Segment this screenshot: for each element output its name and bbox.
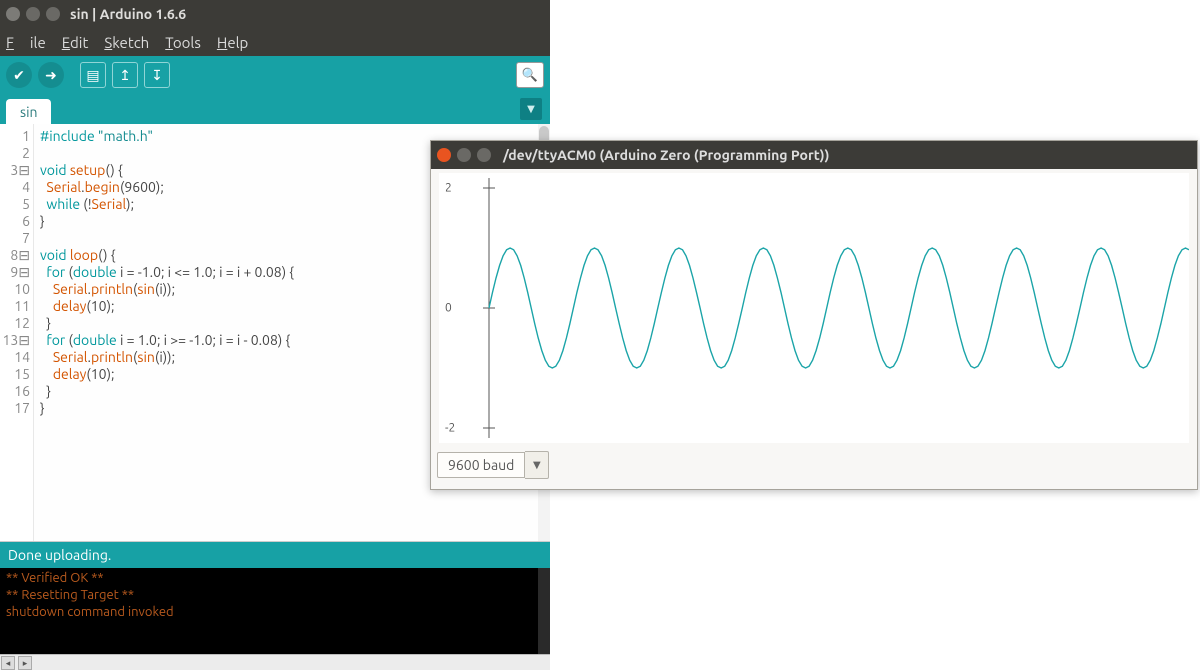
serial-plotter-window: /dev/ttyACM0 (Arduino Zero (Programming …: [430, 140, 1198, 490]
line-gutter: 123⊟45678⊟9⊟10111213⊟14151617: [0, 124, 34, 541]
plotter-titlebar[interactable]: /dev/ttyACM0 (Arduino Zero (Programming …: [431, 141, 1197, 169]
chart-area: 2 0 -2: [439, 173, 1189, 443]
serial-monitor-button[interactable]: 🔍: [516, 62, 544, 88]
chevron-down-icon[interactable]: ▼: [525, 451, 549, 479]
maximize-icon[interactable]: [477, 148, 491, 162]
window-title: sin | Arduino 1.6.6: [70, 6, 186, 22]
scroll-right-icon[interactable]: ▸: [18, 656, 32, 670]
arrow-down-icon: ↧: [151, 67, 163, 84]
file-icon: ▤: [86, 67, 99, 84]
tab-sin[interactable]: sin: [6, 99, 51, 124]
minimize-icon[interactable]: [457, 148, 471, 162]
menu-help[interactable]: Help: [217, 34, 248, 51]
close-icon[interactable]: [437, 148, 451, 162]
maximize-icon[interactable]: [46, 7, 60, 21]
toolbar: ✔ ➜ ▤ ↥ ↧ 🔍: [0, 56, 550, 94]
ytick-bot: -2: [445, 422, 455, 435]
baud-value: 9600 baud: [437, 452, 525, 478]
check-icon: ✔: [13, 67, 25, 84]
menu-sketch[interactable]: Sketch: [104, 34, 149, 51]
chevron-down-icon: ▼: [527, 103, 535, 115]
ytick-mid: 0: [445, 302, 452, 315]
baud-select[interactable]: 9600 baud ▼: [437, 451, 549, 479]
search-icon: 🔍: [522, 68, 538, 83]
menu-tools[interactable]: Tools: [165, 34, 201, 51]
minimize-icon[interactable]: [26, 7, 40, 21]
close-icon[interactable]: [6, 7, 20, 21]
arrow-up-icon: ↥: [119, 67, 131, 84]
console-scrollbar[interactable]: [538, 568, 550, 654]
tab-menu-button[interactable]: ▼: [520, 98, 542, 120]
status-bar: Done uploading.: [0, 542, 550, 568]
plotter-title: /dev/ttyACM0 (Arduino Zero (Programming …: [503, 147, 829, 163]
menu-edit[interactable]: Edit: [62, 34, 89, 51]
tab-strip: sin ▼: [0, 94, 550, 124]
chart-svg: [439, 173, 1189, 443]
console-output[interactable]: ** Verified OK **** Resetting Target **s…: [0, 568, 550, 654]
arrow-right-icon: ➜: [45, 67, 57, 84]
verify-button[interactable]: ✔: [6, 62, 32, 88]
scroll-left-icon[interactable]: ◂: [1, 656, 15, 670]
ide-titlebar[interactable]: sin | Arduino 1.6.6: [0, 0, 550, 28]
upload-button[interactable]: ➜: [38, 62, 64, 88]
open-button[interactable]: ↥: [112, 62, 138, 88]
new-button[interactable]: ▤: [80, 62, 106, 88]
plotter-bottom-bar: 9600 baud ▼: [437, 447, 1191, 483]
save-button[interactable]: ↧: [144, 62, 170, 88]
horizontal-scrollbar[interactable]: ◂ ▸: [0, 654, 550, 670]
menu-file[interactable]: File: [6, 34, 46, 51]
ytick-top: 2: [445, 182, 452, 195]
menu-bar: File Edit Sketch Tools Help: [0, 28, 550, 56]
